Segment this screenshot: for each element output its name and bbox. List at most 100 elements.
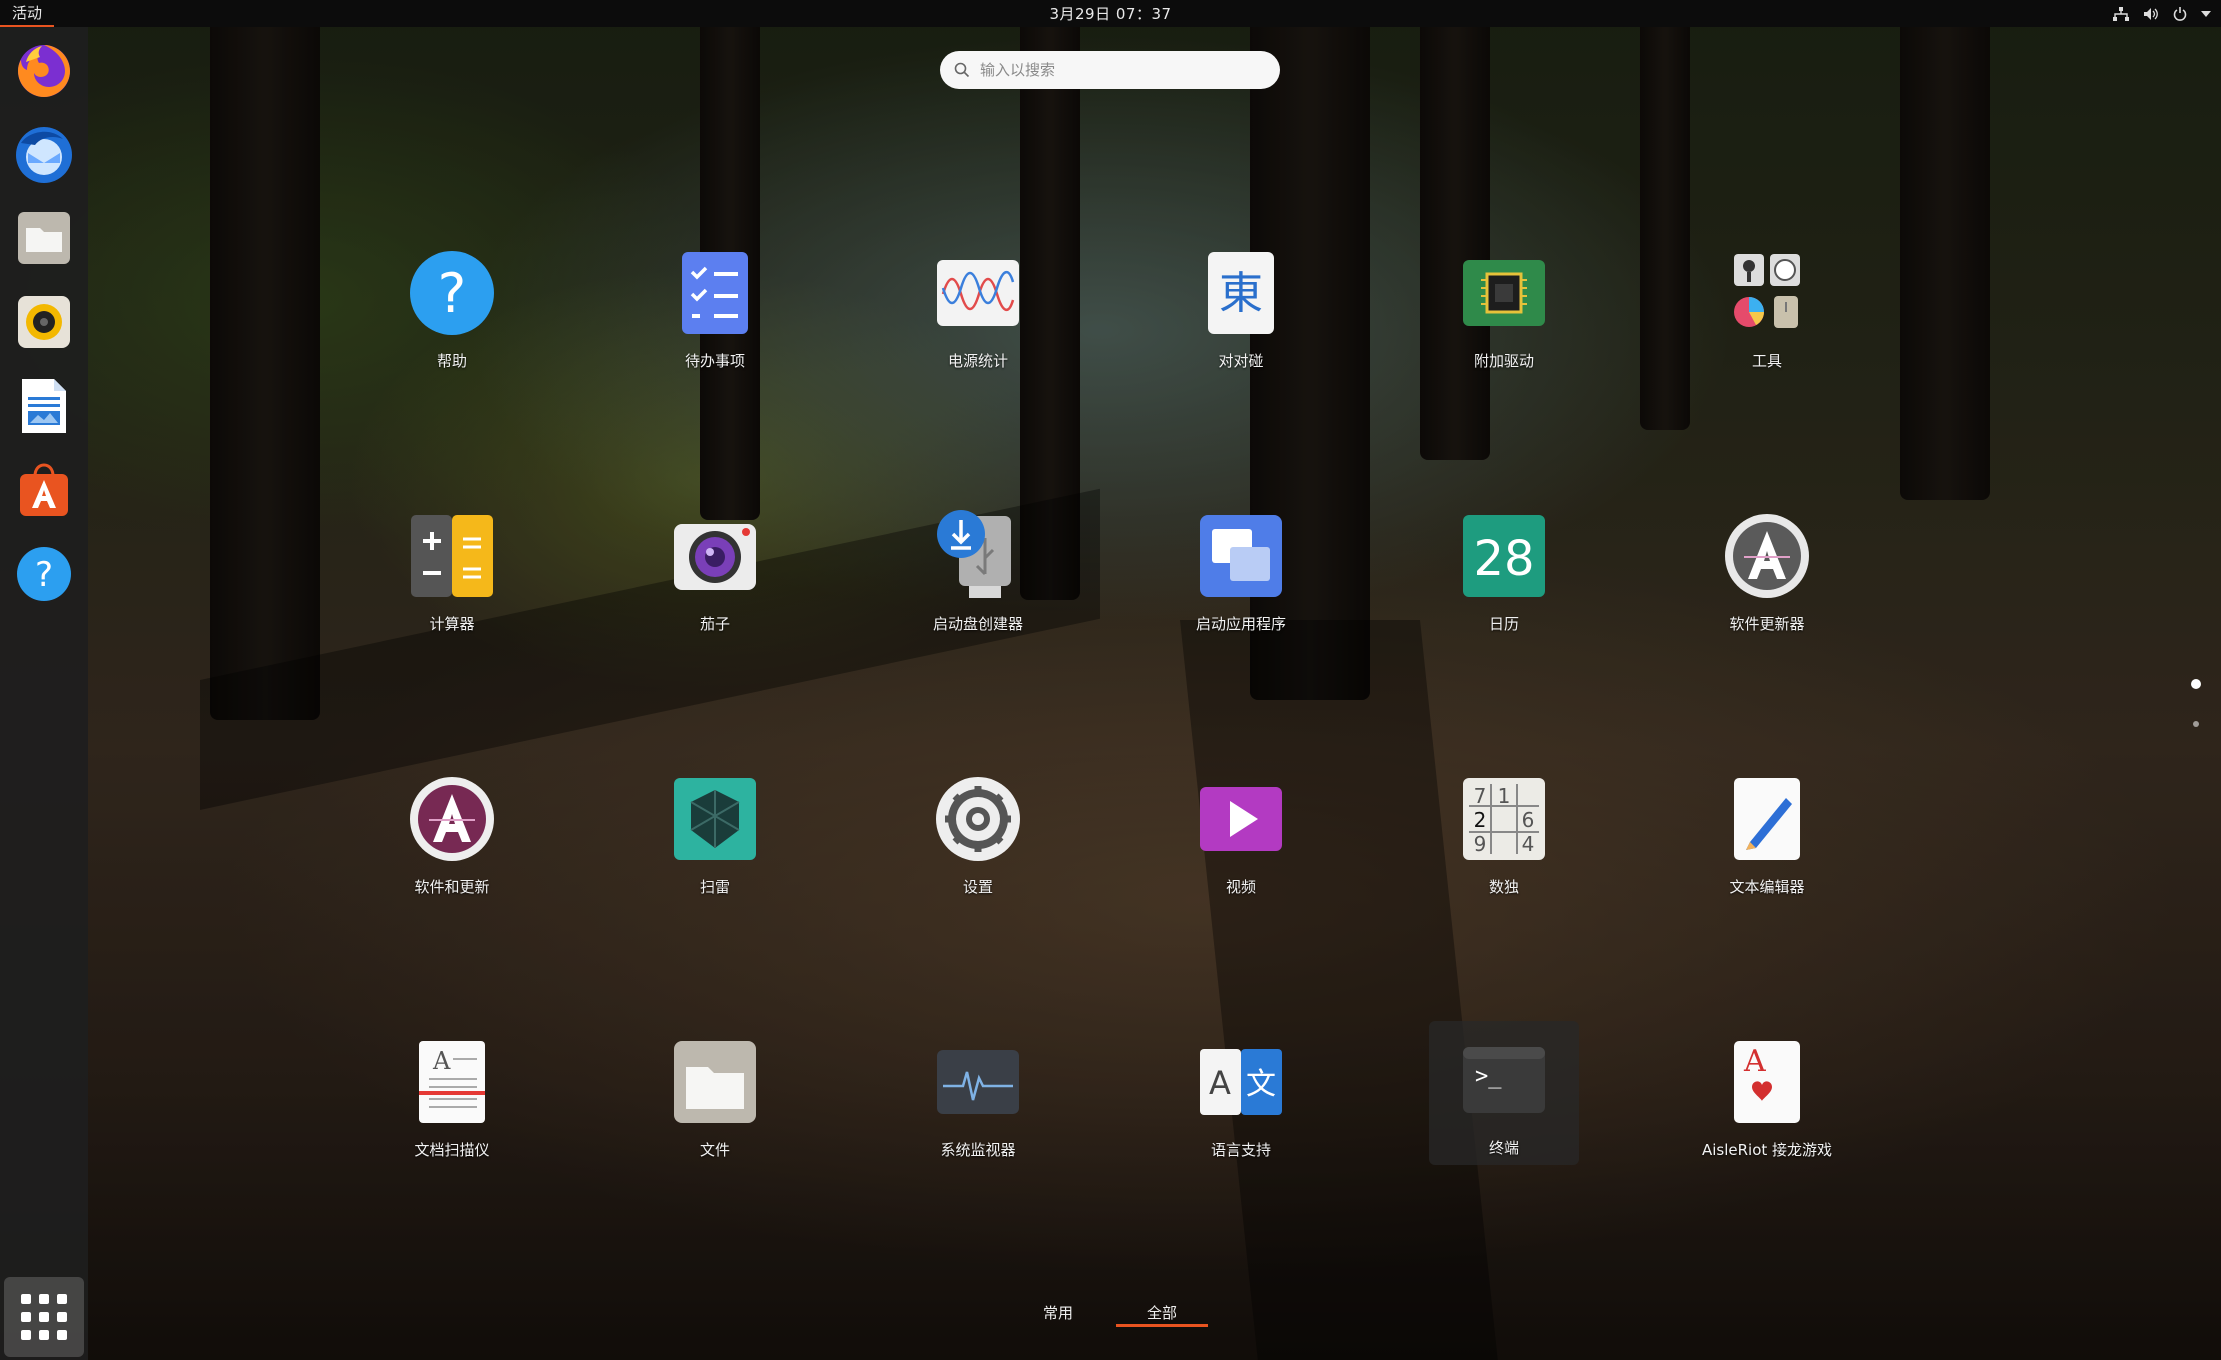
svg-text:4: 4 xyxy=(1522,832,1535,856)
svg-text:9: 9 xyxy=(1474,832,1487,856)
language-icon: A文 xyxy=(1200,1049,1282,1115)
app-calculator[interactable]: 计算器 xyxy=(377,511,527,634)
activities-label: 活动 xyxy=(12,4,43,22)
software-properties-icon xyxy=(410,777,494,861)
svg-text:>_: >_ xyxy=(1475,1064,1502,1089)
terminal-icon: >_ xyxy=(1463,1047,1545,1113)
app-label: 文本编辑器 xyxy=(1729,878,1805,896)
speaker-icon xyxy=(18,296,70,348)
show-apps-button[interactable] xyxy=(4,1277,84,1357)
activities-button[interactable]: 活动 xyxy=(0,0,55,27)
app-label: 软件更新器 xyxy=(1729,615,1805,633)
dock-help[interactable]: ? xyxy=(12,542,76,606)
dock-libreoffice-writer[interactable] xyxy=(12,374,76,438)
app-label: 视频 xyxy=(1225,878,1256,896)
app-label: 工具 xyxy=(1751,352,1782,370)
svg-text:1: 1 xyxy=(1498,784,1511,808)
files-folder-icon xyxy=(18,212,70,264)
app-software-updater[interactable]: 软件更新器 xyxy=(1692,511,1842,634)
app-label: 茄子 xyxy=(699,615,730,633)
app-cheese[interactable]: 茄子 xyxy=(640,511,790,634)
svg-text:28: 28 xyxy=(1473,531,1534,587)
app-label: 帮助 xyxy=(436,352,467,370)
tali-icon: 東 xyxy=(1208,252,1274,334)
app-label: 启动盘创建器 xyxy=(932,615,1023,633)
page-dot-active[interactable] xyxy=(2191,679,2201,689)
search-input[interactable] xyxy=(980,61,1250,79)
app-terminal[interactable]: >_ 终端 xyxy=(1429,1021,1579,1165)
dock: ? xyxy=(0,27,88,1360)
system-monitor-icon xyxy=(937,1050,1019,1114)
dock-firefox[interactable] xyxy=(12,38,76,102)
app-additional-drivers[interactable]: 附加驱动 xyxy=(1429,248,1579,371)
tab-active-indicator xyxy=(1116,1324,1208,1327)
app-mines[interactable]: 扫雷 xyxy=(640,774,790,897)
app-calendar[interactable]: 28 日历 xyxy=(1429,511,1579,634)
app-label: AisleRiot 接龙游戏 xyxy=(1701,1141,1833,1159)
svg-text:A: A xyxy=(1743,1044,1766,1079)
tab-all[interactable]: 全部 xyxy=(1112,1302,1212,1323)
writer-document-icon xyxy=(22,379,66,433)
video-play-icon xyxy=(1200,787,1282,851)
app-label: 设置 xyxy=(962,878,993,896)
svg-text:文: 文 xyxy=(1246,1067,1276,1102)
calculator-icon xyxy=(411,515,493,597)
app-store-bag-icon xyxy=(20,463,68,516)
app-document-scanner[interactable]: A 文档扫描仪 xyxy=(377,1037,527,1160)
app-label: 日历 xyxy=(1488,615,1519,633)
app-label: 软件和更新 xyxy=(414,878,490,896)
clock[interactable]: 3月29日 07：37 xyxy=(1049,3,1171,24)
app-label: 系统监视器 xyxy=(940,1141,1016,1159)
search-icon xyxy=(954,62,970,78)
app-label: 语言支持 xyxy=(1210,1141,1271,1159)
app-files[interactable]: 文件 xyxy=(640,1037,790,1160)
app-label: 数独 xyxy=(1488,878,1519,896)
settings-gear-icon xyxy=(936,777,1020,861)
svg-text:7: 7 xyxy=(1474,784,1487,808)
volume-icon xyxy=(2144,7,2158,20)
app-tali[interactable]: 東 对对碰 xyxy=(1166,248,1316,371)
app-label: 待办事项 xyxy=(684,352,745,370)
app-system-monitor[interactable]: 系统监视器 xyxy=(903,1037,1053,1160)
dock-thunderbird[interactable] xyxy=(12,122,76,186)
dock-software[interactable] xyxy=(12,458,76,522)
search-bar[interactable] xyxy=(940,51,1280,89)
app-help[interactable]: ? 帮助 xyxy=(377,248,527,371)
app-label: 附加驱动 xyxy=(1473,352,1534,370)
app-label: 文件 xyxy=(699,1141,730,1159)
wallpaper xyxy=(0,0,2221,1360)
help-icon: ? xyxy=(17,547,71,601)
top-bar: 活动 3月29日 07：37 xyxy=(0,0,2221,27)
dock-files[interactable] xyxy=(12,206,76,270)
dock-rhythmbox[interactable] xyxy=(12,290,76,354)
app-label: 电源统计 xyxy=(947,352,1008,370)
app-usb-creator[interactable]: 启动盘创建器 xyxy=(903,510,1053,634)
system-tray[interactable] xyxy=(2113,6,2211,21)
svg-text:A: A xyxy=(432,1047,451,1075)
app-language-support[interactable]: A文 语言支持 xyxy=(1166,1037,1316,1160)
app-aisleriot[interactable]: A AisleRiot 接龙游戏 xyxy=(1692,1037,1842,1160)
svg-text:6: 6 xyxy=(1522,808,1535,832)
power-icon xyxy=(2173,6,2187,21)
power-stats-icon xyxy=(937,260,1019,326)
app-power-statistics[interactable]: 电源统计 xyxy=(903,248,1053,371)
app-startup-applications[interactable]: 启动应用程序 xyxy=(1166,511,1316,634)
startup-apps-icon xyxy=(1200,515,1282,597)
cards-icon: A xyxy=(1734,1041,1800,1123)
app-folder-tools[interactable]: 工具 xyxy=(1692,248,1842,371)
svg-text:?: ? xyxy=(438,262,467,325)
todo-icon xyxy=(682,252,748,334)
app-label: 计算器 xyxy=(429,615,475,633)
app-label: 对对碰 xyxy=(1218,352,1264,370)
mines-icon xyxy=(674,778,756,860)
firefox-icon xyxy=(18,45,70,97)
app-settings[interactable]: 设置 xyxy=(903,774,1053,897)
app-videos[interactable]: 视频 xyxy=(1166,774,1316,897)
tab-frequent[interactable]: 常用 xyxy=(1008,1302,1108,1323)
app-sudoku[interactable]: 712 6 9 4 数独 xyxy=(1429,774,1579,897)
app-todo[interactable]: 待办事项 xyxy=(640,248,790,371)
page-dot[interactable] xyxy=(2193,721,2199,727)
app-software-properties[interactable]: 软件和更新 xyxy=(377,774,527,897)
app-label: 文档扫描仪 xyxy=(414,1141,490,1159)
app-text-editor[interactable]: 文本编辑器 xyxy=(1692,774,1842,897)
